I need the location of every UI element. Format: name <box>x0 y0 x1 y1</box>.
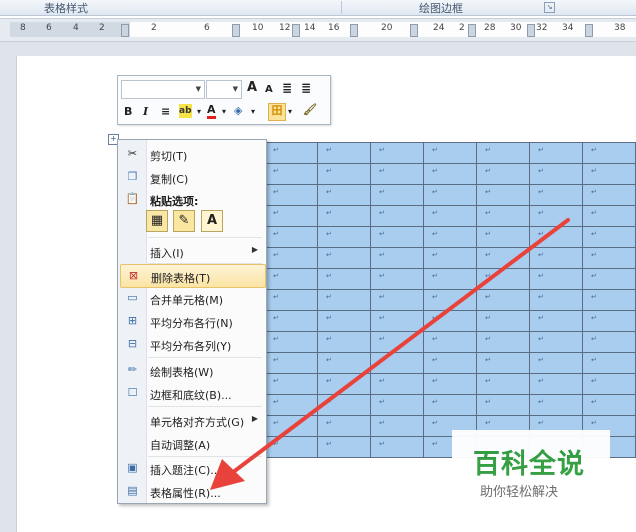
annotation-arrow <box>210 218 570 490</box>
arrow-shaft <box>230 218 570 475</box>
arrow-head <box>210 459 245 490</box>
